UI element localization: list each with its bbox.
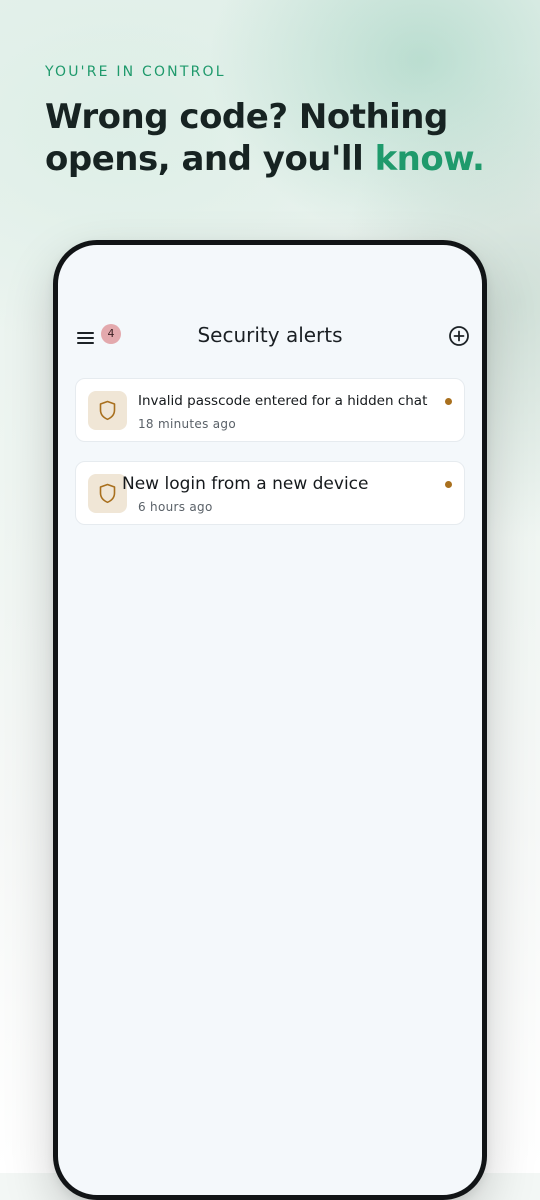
phone-frame: 4 Security alerts Invalid passcode enter… xyxy=(53,240,487,1200)
alert-message: New login from a new device xyxy=(122,474,369,494)
page-title: Security alerts xyxy=(197,323,343,347)
add-button[interactable] xyxy=(448,325,470,347)
shield-icon xyxy=(99,483,116,504)
alert-icon-tile xyxy=(88,391,127,430)
alert-card[interactable]: Invalid passcode entered for a hidden ch… xyxy=(75,378,465,442)
unread-indicator xyxy=(445,398,452,405)
plus-circle-icon xyxy=(449,326,469,346)
shield-icon xyxy=(99,400,116,421)
alert-timestamp: 18 minutes ago xyxy=(138,417,236,431)
hero-headline-accent: know. xyxy=(374,139,485,179)
unread-indicator xyxy=(445,481,452,488)
alert-card[interactable]: New login from a new device 6 hours ago xyxy=(75,461,465,525)
hero-headline: Wrong code? Nothing opens, and you'll kn… xyxy=(45,96,515,180)
app-top-bar: 4 Security alerts xyxy=(58,315,482,359)
alert-message: Invalid passcode entered for a hidden ch… xyxy=(138,393,428,409)
hero-eyebrow: YOU'RE IN CONTROL xyxy=(45,64,226,80)
alert-timestamp: 6 hours ago xyxy=(138,500,213,514)
